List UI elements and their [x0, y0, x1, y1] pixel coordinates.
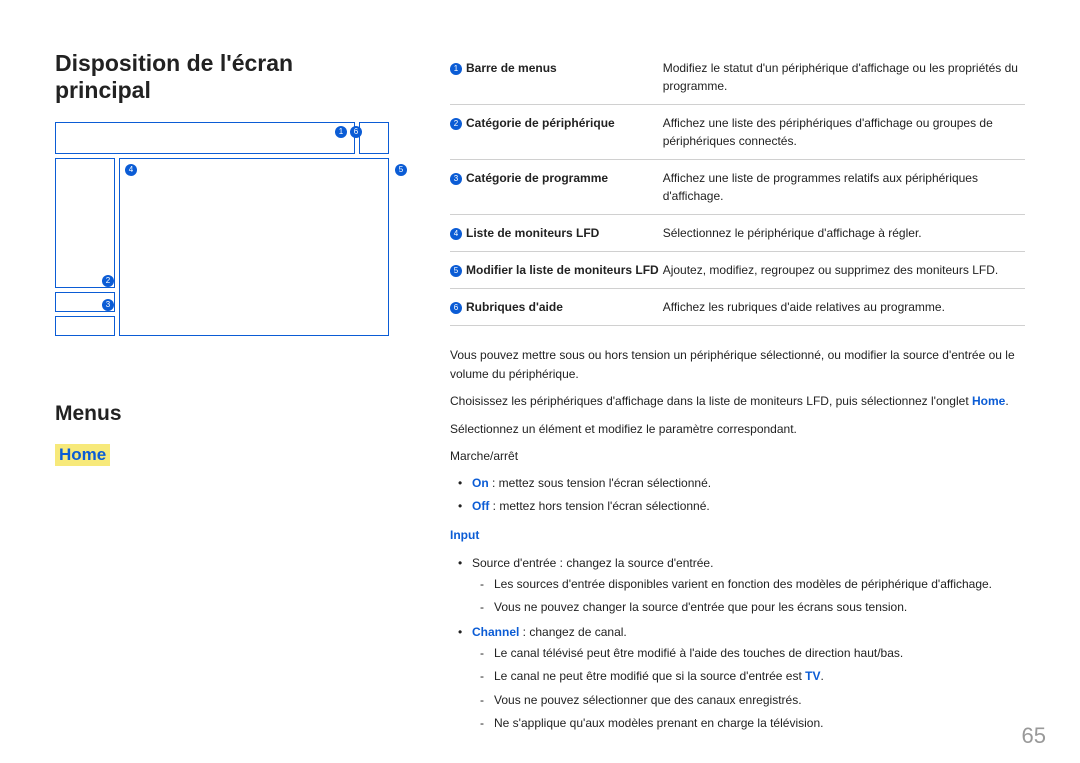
- marker-3: 3: [102, 299, 114, 311]
- marker-2: 2: [102, 275, 114, 287]
- desc-subheading: Marche/arrêt: [450, 447, 1025, 466]
- num-badge: 6: [450, 302, 462, 314]
- row-desc: Affichez les rubriques d'aide relatives …: [663, 289, 1025, 326]
- list-item: Ne s'applique qu'aux modèles prenant en …: [494, 714, 1025, 733]
- desc-paragraph: Sélectionnez un élément et modifiez le p…: [450, 420, 1025, 439]
- desc-paragraph: Choisissez les périphériques d'affichage…: [450, 392, 1025, 411]
- row-desc: Ajoutez, modifiez, regroupez ou supprime…: [663, 252, 1025, 289]
- sub-list: Les sources d'entrée disponibles varient…: [472, 575, 1025, 617]
- menus-heading: Menus: [55, 402, 390, 426]
- diagram-box: [55, 158, 115, 288]
- diagram-box: [55, 122, 355, 154]
- row-desc: Affichez une liste des périphériques d'a…: [663, 105, 1025, 160]
- right-column: 1 Barre de menus Modifiez le statut d'un …: [450, 50, 1025, 743]
- num-badge: 2: [450, 118, 462, 130]
- row-label: Rubriques d'aide: [466, 300, 563, 314]
- row-label: Liste de moniteurs LFD: [466, 226, 599, 240]
- num-badge: 4: [450, 228, 462, 240]
- marker-5: 5: [395, 164, 407, 176]
- list-item: Les sources d'entrée disponibles varient…: [494, 575, 1025, 594]
- power-list: On : mettez sous tension l'écran sélecti…: [450, 474, 1025, 516]
- table-row: 3 Catégorie de programme Affichez une lis…: [450, 160, 1025, 215]
- list-item: Vous ne pouvez changer la source d'entré…: [494, 598, 1025, 617]
- marker-6: 6: [350, 126, 362, 138]
- list-item: Source d'entrée : changez la source d'en…: [472, 554, 1025, 618]
- table-row: 5 Modifier la liste de moniteurs LFD Ajou…: [450, 252, 1025, 289]
- row-label: Catégorie de périphérique: [466, 116, 615, 130]
- row-desc: Sélectionnez le périphérique d'affichage…: [663, 215, 1025, 252]
- left-column: Disposition de l'écran principal 1 6 5 4…: [55, 50, 390, 743]
- list-item: Off : mettez hors tension l'écran sélect…: [472, 497, 1025, 516]
- layout-diagram: 1 6 5 4 2 3: [55, 122, 390, 372]
- home-heading: Home: [55, 444, 110, 466]
- table-row: 4 Liste de moniteurs LFD Sélectionnez le …: [450, 215, 1025, 252]
- list-item: Vous ne pouvez sélectionner que des cana…: [494, 691, 1025, 710]
- sub-list: Le canal télévisé peut être modifié à l'…: [472, 644, 1025, 733]
- row-label: Barre de menus: [466, 61, 557, 75]
- desc-paragraph: Vous pouvez mettre sous ou hors tension …: [450, 346, 1025, 384]
- page-title: Disposition de l'écran principal: [55, 50, 390, 104]
- marker-4: 4: [125, 164, 137, 176]
- diagram-box: [359, 122, 389, 154]
- reference-table: 1 Barre de menus Modifiez le statut d'un …: [450, 50, 1025, 326]
- row-label: Modifier la liste de moniteurs LFD: [466, 263, 659, 277]
- num-badge: 1: [450, 63, 462, 75]
- diagram-box: [119, 158, 389, 336]
- list-item: On : mettez sous tension l'écran sélecti…: [472, 474, 1025, 493]
- description-block: Vous pouvez mettre sous ou hors tension …: [450, 346, 1025, 733]
- table-row: 2 Catégorie de périphérique Affichez une …: [450, 105, 1025, 160]
- table-row: 1 Barre de menus Modifiez le statut d'un …: [450, 50, 1025, 105]
- num-badge: 3: [450, 173, 462, 185]
- page-content: Disposition de l'écran principal 1 6 5 4…: [55, 50, 1025, 743]
- list-item: Le canal ne peut être modifié que si la …: [494, 667, 1025, 686]
- page-number: 65: [1022, 723, 1046, 749]
- num-badge: 5: [450, 265, 462, 277]
- list-item: Channel : changez de canal. Le canal tél…: [472, 623, 1025, 733]
- input-heading: Input: [450, 526, 1025, 545]
- row-desc: Modifiez le statut d'un périphérique d'a…: [663, 50, 1025, 105]
- row-label: Catégorie de programme: [466, 171, 608, 185]
- diagram-box: [55, 316, 115, 336]
- list-item: Le canal télévisé peut être modifié à l'…: [494, 644, 1025, 663]
- table-row: 6 Rubriques d'aide Affichez les rubriques…: [450, 289, 1025, 326]
- input-list: Source d'entrée : changez la source d'en…: [450, 554, 1025, 734]
- row-desc: Affichez une liste de programmes relatif…: [663, 160, 1025, 215]
- marker-1: 1: [335, 126, 347, 138]
- home-link: Home: [972, 394, 1005, 408]
